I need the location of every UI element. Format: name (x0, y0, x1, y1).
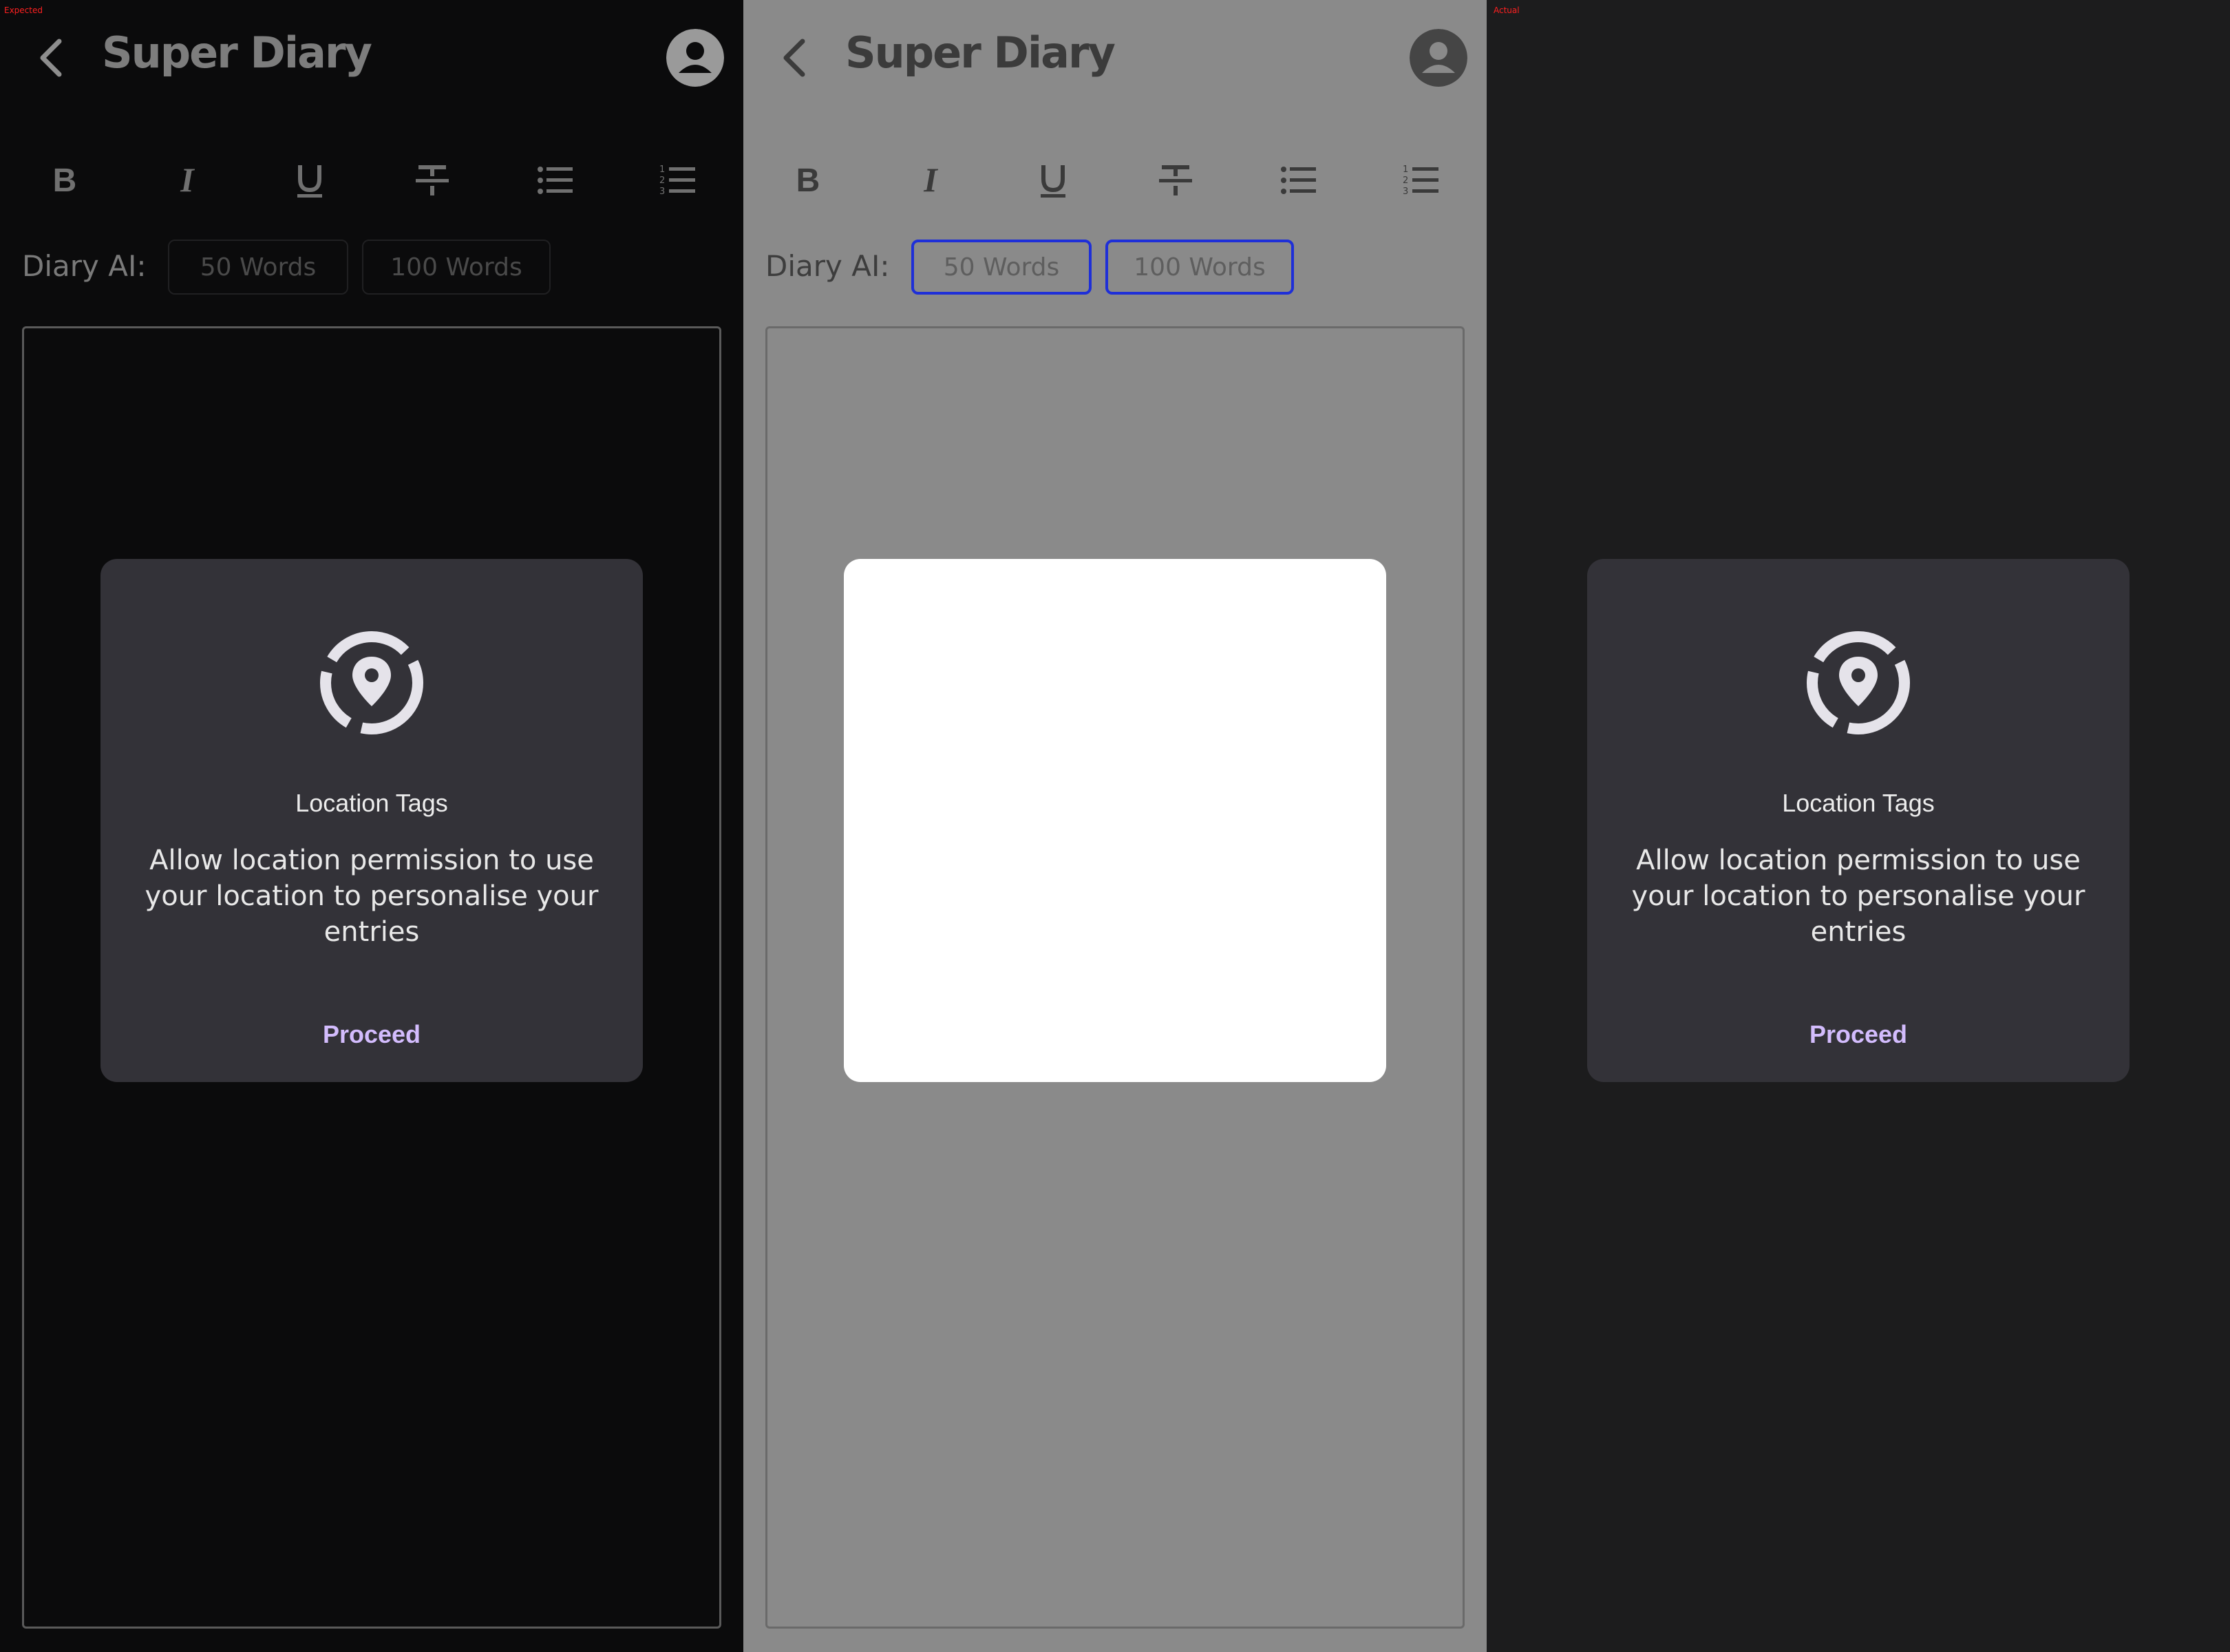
svg-text:2: 2 (659, 176, 665, 186)
strikethrough-icon (416, 165, 449, 195)
numbered-list-icon: 123 (659, 165, 695, 197)
account-avatar-icon[interactable] (666, 29, 724, 87)
bulleted-list-button[interactable] (533, 158, 577, 202)
underline-button[interactable] (288, 158, 332, 202)
location-permission-dialog: Location Tags Allow location permission … (1587, 559, 2130, 1082)
location-pin-icon (320, 631, 423, 734)
svg-text:3: 3 (1403, 187, 1408, 197)
strikethrough-icon (1159, 165, 1192, 195)
account-avatar-icon[interactable] (1410, 29, 1467, 87)
ai-50-words-button[interactable]: 50 Words (911, 240, 1092, 295)
svg-text:2: 2 (1403, 176, 1408, 186)
svg-text:3: 3 (659, 187, 665, 197)
ai-100-words-button[interactable]: 100 Words (362, 240, 551, 295)
expected-panel: Expected Super Diary B I 123 Diary AI: 5… (0, 0, 743, 1652)
svg-text:I: I (923, 161, 938, 199)
dialog-body: Allow location permission to use your lo… (1631, 845, 2085, 948)
back-arrow-icon[interactable] (778, 36, 816, 80)
strikethrough-button[interactable] (410, 158, 454, 202)
bold-button[interactable]: B (786, 158, 830, 202)
ai-50-words-button[interactable]: 50 Words (168, 240, 348, 295)
location-permission-dialog: Location Tags Allow location permission … (100, 559, 643, 1082)
italic-icon: I (180, 161, 195, 199)
bulleted-list-icon (538, 167, 573, 194)
dialog-body: Allow location permission to use your lo… (145, 845, 599, 948)
dialog-placeholder (844, 559, 1386, 1082)
bold-icon: B (53, 162, 77, 199)
expected-label: Expected (4, 6, 43, 15)
actual-label: Actual (1494, 6, 1520, 15)
back-arrow-icon[interactable] (34, 36, 73, 80)
svg-text:1: 1 (1403, 165, 1408, 175)
bulleted-list-button[interactable] (1276, 158, 1320, 202)
numbered-list-button[interactable]: 123 (1399, 158, 1443, 202)
proceed-button[interactable]: Proceed (100, 1020, 643, 1049)
proceed-button[interactable]: Proceed (1587, 1020, 2130, 1049)
svg-text:1: 1 (659, 165, 665, 175)
underline-button[interactable] (1031, 158, 1075, 202)
location-pin-icon (1807, 631, 1910, 734)
numbered-list-icon: 123 (1403, 165, 1438, 197)
italic-button[interactable]: I (165, 158, 209, 202)
comparison-panel: Super Diary B I 123 Diary AI: 50 Words 1… (743, 0, 1487, 1652)
bulleted-list-icon (1281, 167, 1316, 194)
bold-button[interactable]: B (43, 158, 87, 202)
diary-ai-label: Diary AI: (22, 249, 147, 283)
bold-icon: B (796, 162, 820, 199)
numbered-list-button[interactable]: 123 (655, 158, 699, 202)
italic-button[interactable]: I (909, 158, 953, 202)
italic-icon: I (923, 161, 938, 199)
underline-icon (1041, 165, 1065, 198)
dialog-title: Location Tags (295, 789, 448, 817)
app-title: Super Diary (845, 28, 1116, 78)
strikethrough-button[interactable] (1154, 158, 1198, 202)
ai-100-words-button[interactable]: 100 Words (1105, 240, 1294, 295)
app-title: Super Diary (102, 28, 372, 78)
svg-text:B: B (53, 162, 77, 199)
svg-text:B: B (796, 162, 820, 199)
diary-ai-label: Diary AI: (765, 249, 890, 283)
underline-icon (297, 165, 322, 198)
actual-panel: Actual Location Tags Allow location perm… (1487, 0, 2230, 1652)
dialog-title: Location Tags (1782, 789, 1935, 817)
svg-text:I: I (180, 161, 195, 199)
